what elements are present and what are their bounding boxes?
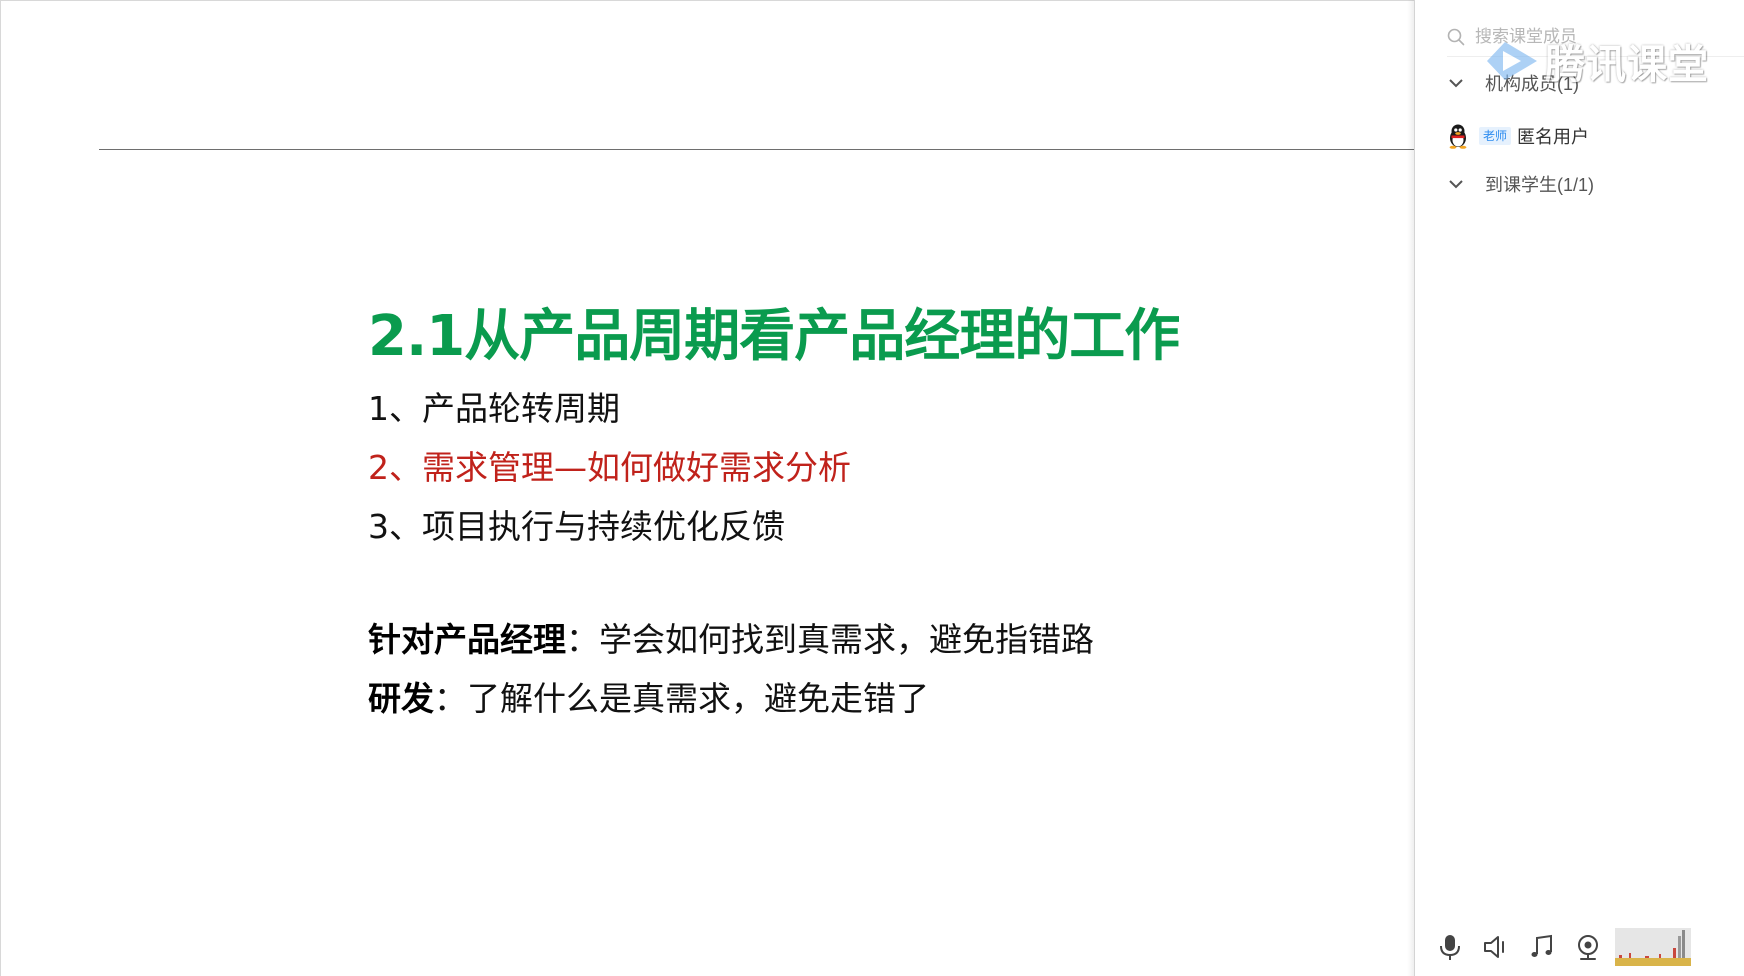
note-label: 针对产品经理 bbox=[368, 620, 566, 659]
group-institution-members[interactable]: 机构成员(1) bbox=[1447, 68, 1579, 98]
note-text: ：了解什么是真需求，避免走错了 bbox=[434, 679, 929, 718]
qq-penguin-icon bbox=[1447, 123, 1469, 149]
search-input[interactable] bbox=[1475, 27, 1675, 47]
member-search bbox=[1447, 18, 1744, 57]
note-label: 研发 bbox=[368, 679, 434, 718]
microphone-icon[interactable] bbox=[1435, 932, 1465, 962]
note-text: ：学会如何找到真需求，避免指错路 bbox=[566, 620, 1094, 659]
chevron-down-icon bbox=[1447, 175, 1465, 193]
topic-item: 1、产品轮转周期 bbox=[368, 389, 620, 428]
group-label: 机构成员(1) bbox=[1485, 74, 1579, 94]
note-line: 针对产品经理：学会如何找到真需求，避免指错路 bbox=[368, 610, 1094, 669]
slide-canvas: 2.1从产品周期看产品经理的工作 1、产品轮转周期 2、需求管理—如何做好需求分… bbox=[0, 0, 1415, 976]
slide-topic-list: 1、产品轮转周期 2、需求管理—如何做好需求分析 3、项目执行与持续优化反馈 bbox=[368, 379, 851, 556]
search-icon bbox=[1447, 28, 1465, 46]
role-badge: 老师 bbox=[1479, 127, 1512, 145]
group-label: 到课学生(1/1) bbox=[1485, 175, 1595, 195]
member-panel: 机构成员(1) 老师 匿名用户 bbox=[1407, 0, 1744, 976]
member-name: 匿名用户 bbox=[1517, 127, 1590, 147]
music-icon[interactable] bbox=[1527, 932, 1557, 962]
chevron-down-icon bbox=[1447, 74, 1465, 92]
slide-notes: 针对产品经理：学会如何找到真需求，避免指错路 研发：了解什么是真需求，避免走错了 bbox=[368, 610, 1094, 728]
note-line: 研发：了解什么是真需求，避免走错了 bbox=[368, 669, 1094, 728]
topic-item: 3、项目执行与持续优化反馈 bbox=[368, 507, 785, 546]
speaker-icon[interactable] bbox=[1481, 932, 1511, 962]
topic-item-highlighted: 2、需求管理—如何做好需求分析 bbox=[368, 448, 851, 487]
panel-divider-shadow bbox=[1407, 0, 1415, 976]
member-row[interactable]: 老师 匿名用户 bbox=[1447, 121, 1589, 151]
classroom-window: 2.1从产品周期看产品经理的工作 1、产品轮转周期 2、需求管理—如何做好需求分… bbox=[0, 0, 1744, 976]
audio-control-bar bbox=[1415, 920, 1744, 976]
volume-level-meter bbox=[1615, 928, 1691, 966]
camera-icon[interactable] bbox=[1573, 932, 1603, 962]
slide-title: 2.1从产品周期看产品经理的工作 bbox=[368, 304, 1180, 369]
group-attending-students[interactable]: 到课学生(1/1) bbox=[1447, 169, 1594, 199]
slide-header-rule bbox=[99, 149, 1415, 150]
